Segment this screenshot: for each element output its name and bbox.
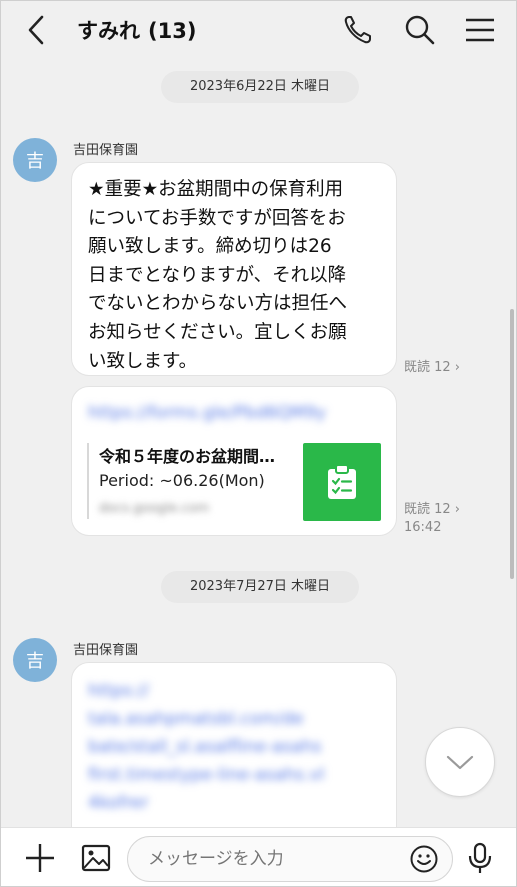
chat-title: すみれ	[77, 19, 140, 43]
preview-thumbnail	[303, 443, 381, 521]
microphone-icon	[468, 842, 492, 873]
chat-screen: すみれ (13) 2023年6月22日 木曜日 吉 吉田保育園 ★重要★お盆期間…	[0, 0, 517, 887]
read-receipt[interactable]: 既読 12 › 16:42	[404, 501, 460, 537]
composer-bar	[1, 827, 516, 886]
clipboard-checklist-icon	[328, 464, 356, 499]
sender-name: 吉田保育園	[73, 643, 139, 658]
date-separator: 2023年6月22日 木曜日	[161, 71, 359, 103]
message-link-line[interactable]: bate/stall_sl.asalfline-asahs	[88, 737, 321, 757]
microphone-button[interactable]	[463, 841, 497, 875]
avatar[interactable]: 吉	[13, 138, 57, 182]
preview-period: Period: ~06.26(Mon)	[99, 471, 265, 490]
message-link-line[interactable]: first.timestype-line-asahs.vl	[88, 765, 324, 785]
preview-domain: docs.google.com	[99, 501, 210, 516]
message-time: 16:42	[404, 520, 442, 535]
emoji-button[interactable]	[409, 844, 439, 874]
date-separator: 2023年7月27日 木曜日	[161, 571, 359, 603]
avatar-initial: 吉	[26, 651, 44, 672]
read-count: 既読 12	[404, 502, 451, 517]
message-link-line[interactable]: tala.asahpmatsbl.com/de	[88, 709, 304, 729]
chevron-left-icon	[28, 15, 44, 45]
smiley-icon	[410, 845, 438, 873]
plus-icon	[26, 844, 54, 872]
avatar-initial: 吉	[26, 151, 44, 172]
message-link-line[interactable]: 4kofrer	[88, 793, 149, 813]
hamburger-menu-icon	[466, 18, 494, 42]
image-button[interactable]	[79, 841, 113, 875]
call-button[interactable]	[341, 13, 375, 47]
scroll-to-bottom-button[interactable]	[425, 727, 495, 797]
search-icon	[405, 15, 435, 45]
read-count: 既読 12	[404, 360, 451, 375]
add-button[interactable]	[23, 841, 57, 875]
chevron-right-icon: ›	[454, 360, 460, 375]
menu-button[interactable]	[463, 13, 497, 47]
phone-icon	[344, 16, 371, 44]
message-input[interactable]	[127, 836, 453, 882]
link-preview-card[interactable]: 令和５年度のお盆期間中の保育利用 Period: ~06.26(Mon) doc…	[87, 441, 387, 521]
message-link[interactable]: https://forms.gle/Pbd6QM9y	[88, 403, 326, 423]
scrollbar-thumb[interactable]	[510, 309, 514, 579]
chevron-down-icon	[446, 755, 474, 770]
message-bubble[interactable]: ★重要★お盆期間中の保育利用 についてお手数ですが回答をお 願い致します。締め切…	[71, 162, 397, 376]
message-text: ★重要★お盆期間中の保育利用 についてお手数ですが回答をお 願い致します。締め切…	[88, 179, 348, 372]
message-link-line[interactable]: https://	[88, 681, 149, 701]
member-count: (13)	[148, 19, 197, 43]
chat-title-group: すみれ (13)	[77, 15, 196, 45]
read-receipt[interactable]: 既読 12 ›	[404, 359, 460, 377]
chevron-right-icon: ›	[454, 502, 460, 517]
sender-name: 吉田保育園	[73, 143, 139, 158]
preview-title: 令和５年度のお盆期間中の保育利用	[99, 447, 284, 466]
search-button[interactable]	[403, 13, 437, 47]
avatar[interactable]: 吉	[13, 638, 57, 682]
image-icon	[81, 844, 111, 872]
back-button[interactable]	[23, 13, 53, 47]
preview-accent-bar	[87, 443, 89, 519]
chat-header: すみれ (13)	[1, 1, 516, 59]
